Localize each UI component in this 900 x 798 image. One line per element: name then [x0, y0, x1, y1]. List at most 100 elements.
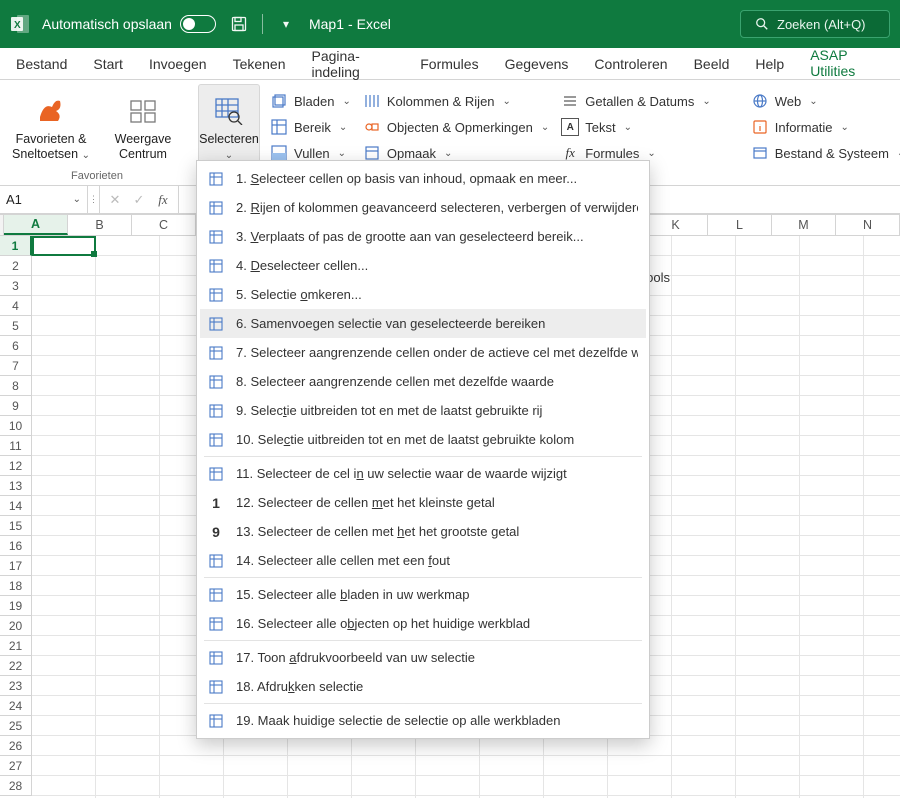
menu-item[interactable]: 18. Afdrukken selectie	[200, 672, 646, 701]
menu-item[interactable]: 11. Selecteer de cel in uw selectie waar…	[200, 459, 646, 488]
autosave-toggle[interactable]	[180, 15, 216, 33]
quick-access-dropdown-icon[interactable]: ▾	[275, 13, 297, 35]
getallen-datums-button[interactable]: Getallen & Datums⌄	[555, 88, 717, 114]
row-header[interactable]: 6	[0, 336, 32, 356]
menu-separator	[204, 703, 642, 704]
menu-item[interactable]: 913. Selecteer de cellen met het het gro…	[200, 517, 646, 546]
row-header[interactable]: 28	[0, 776, 32, 796]
menu-item[interactable]: 16. Selecteer alle objecten op het huidi…	[200, 609, 646, 638]
menu-item[interactable]: 3. Verplaats of pas de grootte aan van g…	[200, 222, 646, 251]
column-header[interactable]: M	[772, 215, 836, 235]
menu-item[interactable]: 14. Selecteer alle cellen met een fout	[200, 546, 646, 575]
row-header[interactable]: 17	[0, 556, 32, 576]
tab-gegevens[interactable]: Gegevens	[495, 50, 579, 78]
menu-item[interactable]: 6. Samenvoegen selectie van geselecteerd…	[200, 309, 646, 338]
row-header[interactable]: 22	[0, 656, 32, 676]
info-icon	[751, 118, 769, 136]
bladen-button[interactable]: Bladen⌄	[264, 88, 357, 114]
menu-item[interactable]: 9. Selectie uitbreiden tot en met de laa…	[200, 396, 646, 425]
excel-logo-icon: X	[10, 14, 30, 34]
cancel-icon[interactable]: ✕	[106, 192, 124, 208]
row-header[interactable]: 4	[0, 296, 32, 316]
tab-bestand[interactable]: Bestand	[6, 50, 77, 78]
name-box-expand[interactable]: ⋮	[88, 186, 100, 213]
row-header[interactable]: 10	[0, 416, 32, 436]
tab-start[interactable]: Start	[83, 50, 133, 78]
row-header[interactable]: 18	[0, 576, 32, 596]
bereik-button[interactable]: Bereik⌄	[264, 114, 357, 140]
menu-item[interactable]: 7. Selecteer aangrenzende cellen onder d…	[200, 338, 646, 367]
row-header[interactable]: 19	[0, 596, 32, 616]
row-header[interactable]: 7	[0, 356, 32, 376]
search-box[interactable]: Zoeken (Alt+Q)	[740, 10, 890, 38]
tab-help[interactable]: Help	[745, 50, 794, 78]
row-header[interactable]: 25	[0, 716, 32, 736]
objecten-opmerkingen-button[interactable]: Objecten & Opmerkingen⌄	[357, 114, 555, 140]
column-header[interactable]: L	[708, 215, 772, 235]
tab-tekenen[interactable]: Tekenen	[223, 50, 296, 78]
objects-icon	[363, 118, 381, 136]
row-header[interactable]: 23	[0, 676, 32, 696]
row-header[interactable]: 21	[0, 636, 32, 656]
tab-invoegen[interactable]: Invoegen	[139, 50, 217, 78]
menu-item[interactable]: 4. Deselecteer cellen...	[200, 251, 646, 280]
row-header[interactable]: 8	[0, 376, 32, 396]
column-header[interactable]: A	[4, 215, 68, 235]
tab-pagina-indeling[interactable]: Pagina-indeling	[302, 42, 405, 86]
menu-item-label: 13. Selecteer de cellen met het het groo…	[236, 524, 638, 539]
menu-item[interactable]: 19. Maak huidige selectie de selectie op…	[200, 706, 646, 735]
row-header[interactable]: 11	[0, 436, 32, 456]
ribbon-col-3: Getallen & Datums⌄ ATekst⌄ fxFormules⌄	[555, 84, 717, 166]
selecteren-button[interactable]: Selecteren ⌄	[198, 84, 260, 168]
tekst-button[interactable]: ATekst⌄	[555, 114, 717, 140]
column-header[interactable]: B	[68, 215, 132, 235]
row-header[interactable]: 26	[0, 736, 32, 756]
tab-controleren[interactable]: Controleren	[584, 50, 677, 78]
row-header[interactable]: 9	[0, 396, 32, 416]
informatie-button[interactable]: Informatie⌄	[745, 114, 900, 140]
tab-beeld[interactable]: Beeld	[684, 50, 740, 78]
row-header[interactable]: 16	[0, 536, 32, 556]
row-header[interactable]: 12	[0, 456, 32, 476]
menu-item-label: 5. Selectie omkeren...	[236, 287, 638, 302]
menu-item-icon	[206, 711, 226, 731]
doc-name: Map1	[309, 16, 344, 32]
column-header[interactable]: C	[132, 215, 196, 235]
row-header[interactable]: 3	[0, 276, 32, 296]
chevron-down-icon: ⌄	[541, 122, 549, 133]
weergave-centrum-button[interactable]: Weergave Centrum	[102, 84, 184, 168]
menu-item[interactable]: 5. Selectie omkeren...	[200, 280, 646, 309]
chevron-down-icon: ⌄	[702, 96, 710, 107]
tab-formules[interactable]: Formules	[410, 50, 488, 78]
menu-item[interactable]: 10. Selectie uitbreiden tot en met de la…	[200, 425, 646, 454]
kolommen-rijen-button[interactable]: Kolommen & Rijen⌄	[357, 88, 555, 114]
menu-item[interactable]: 15. Selecteer alle bladen in uw werkmap	[200, 580, 646, 609]
favorieten-sneltoetsen-button[interactable]: Favorieten & Sneltoetsen ⌄	[10, 84, 92, 168]
chevron-down-icon: ⌄	[624, 122, 632, 133]
chevron-down-icon: ⌄	[841, 122, 849, 133]
fx-icon[interactable]: fx	[154, 192, 172, 208]
menu-item[interactable]: 112. Selecteer de cellen met het kleinst…	[200, 488, 646, 517]
menu-item[interactable]: 1. Selecteer cellen op basis van inhoud,…	[200, 164, 646, 193]
row-header[interactable]: 2	[0, 256, 32, 276]
menu-item[interactable]: 2. Rijen of kolommen geavanceerd selecte…	[200, 193, 646, 222]
label: Favorieten & Sneltoetsen	[12, 132, 86, 161]
save-icon[interactable]	[228, 13, 250, 35]
row-header[interactable]: 24	[0, 696, 32, 716]
menu-item[interactable]: 8. Selecteer aangrenzende cellen met dez…	[200, 367, 646, 396]
confirm-icon[interactable]: ✓	[130, 192, 148, 208]
row-header[interactable]: 15	[0, 516, 32, 536]
column-header[interactable]: K	[644, 215, 708, 235]
web-button[interactable]: Web⌄	[745, 88, 900, 114]
row-header[interactable]: 1	[0, 236, 32, 256]
row-header[interactable]: 20	[0, 616, 32, 636]
autosave-control[interactable]: Automatisch opslaan	[42, 15, 216, 33]
row-header[interactable]: 13	[0, 476, 32, 496]
bestand-systeem-button[interactable]: Bestand & Systeem⌄	[745, 140, 900, 166]
row-header[interactable]: 27	[0, 756, 32, 776]
row-header[interactable]: 14	[0, 496, 32, 516]
name-box[interactable]: A1 ⌄	[0, 186, 88, 213]
column-header[interactable]: N	[836, 215, 900, 235]
row-header[interactable]: 5	[0, 316, 32, 336]
menu-item[interactable]: 17. Toon afdrukvoorbeeld van uw selectie	[200, 643, 646, 672]
